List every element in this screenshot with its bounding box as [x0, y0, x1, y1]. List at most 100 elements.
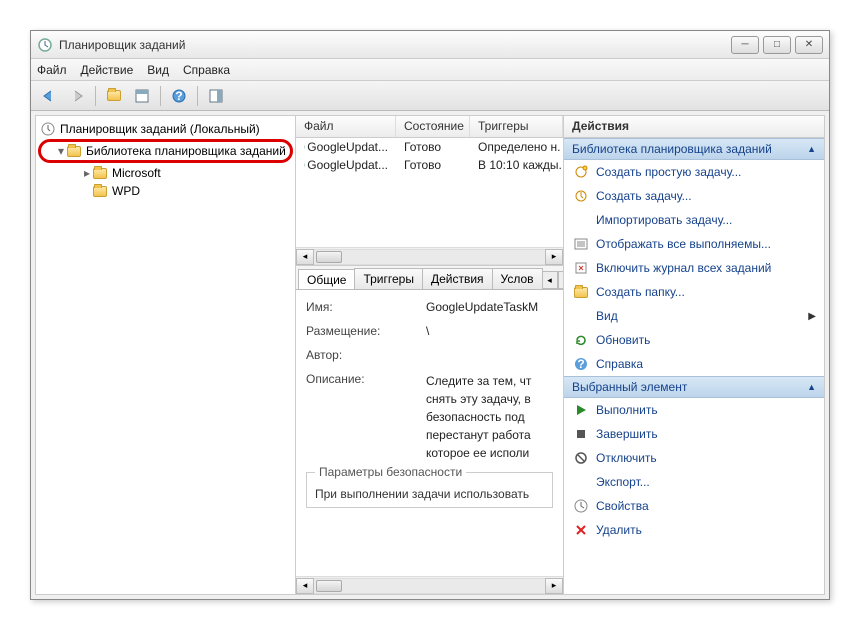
tree-item-microsoft[interactable]: ▸ Microsoft	[40, 164, 291, 182]
actions-group-selected[interactable]: Выбранный элемент ▲	[564, 376, 824, 398]
scroll-right-button[interactable]: ▸	[545, 578, 563, 594]
action-label: Завершить	[596, 427, 658, 441]
author-value	[426, 348, 553, 362]
action-delete[interactable]: Удалить	[564, 518, 824, 542]
detail-hscrollbar[interactable]: ◂ ▸	[296, 576, 563, 594]
actions-pane: Действия Библиотека планировщика заданий…	[564, 116, 824, 594]
name-label: Имя:	[306, 300, 426, 314]
action-label: Обновить	[596, 333, 650, 347]
location-value: \	[426, 324, 553, 338]
menu-file[interactable]: Файл	[37, 63, 67, 77]
tree-item-wpd[interactable]: WPD	[40, 182, 291, 200]
forward-button[interactable]	[65, 84, 89, 108]
actions-group-library[interactable]: Библиотека планировщика заданий ▲	[564, 138, 824, 160]
table-row[interactable]: GoogleUpdat... Готово В 10:10 кажды.	[296, 156, 563, 174]
action-end[interactable]: Завершить	[564, 422, 824, 446]
action-properties[interactable]: Свойства	[564, 494, 824, 518]
action-create-task[interactable]: Создать задачу...	[564, 184, 824, 208]
app-window: Планировщик заданий ─ □ ✕ Файл Действие …	[30, 30, 830, 600]
tab-triggers[interactable]: Триггеры	[354, 268, 423, 289]
clock-icon	[40, 122, 56, 136]
cell-file: GoogleUpdat...	[307, 158, 388, 172]
menu-view[interactable]: Вид	[147, 63, 169, 77]
action-enable-history[interactable]: Включить журнал всех заданий	[564, 256, 824, 280]
action-view[interactable]: Вид ▶	[564, 304, 824, 328]
maximize-button[interactable]: □	[763, 36, 791, 54]
tree-library[interactable]: ▾ Библиотека планировщика заданий	[40, 142, 291, 160]
action-import-task[interactable]: Импортировать задачу...	[564, 208, 824, 232]
scroll-track[interactable]	[314, 249, 545, 265]
help-icon: ?	[572, 356, 590, 372]
tree-root[interactable]: Планировщик заданий (Локальный)	[40, 120, 291, 138]
folder-icon	[92, 166, 108, 180]
expand-icon[interactable]: ▸	[82, 166, 92, 180]
security-line: При выполнении задачи использовать	[315, 487, 544, 501]
refresh-icon	[572, 332, 590, 348]
cell-triggers: В 10:10 кажды.	[470, 157, 563, 173]
scroll-track[interactable]	[314, 578, 545, 594]
tree-item-label: WPD	[112, 184, 140, 198]
history-icon	[572, 260, 590, 276]
table-row[interactable]: GoogleUpdat... Готово Определено н.	[296, 138, 563, 156]
menu-action[interactable]: Действие	[81, 63, 134, 77]
group-label: Библиотека планировщика заданий	[572, 142, 772, 156]
play-icon	[572, 402, 590, 418]
actions-header: Действия	[564, 116, 824, 138]
location-label: Размещение:	[306, 324, 426, 338]
action-label: Свойства	[596, 499, 649, 513]
tab-general[interactable]: Общие	[298, 269, 355, 290]
action-label: Создать папку...	[596, 285, 685, 299]
action-label: Вид	[596, 309, 618, 323]
scroll-left-button[interactable]: ◂	[296, 249, 314, 265]
titlebar: Планировщик заданий ─ □ ✕	[31, 31, 829, 59]
action-label: Удалить	[596, 523, 642, 537]
col-state[interactable]: Состояние	[396, 116, 470, 137]
help-button[interactable]: ?	[167, 84, 191, 108]
action-create-basic-task[interactable]: Создать простую задачу...	[564, 160, 824, 184]
action-help[interactable]: ? Справка	[564, 352, 824, 376]
task-icon	[572, 164, 590, 180]
close-button[interactable]: ✕	[795, 36, 823, 54]
action-run[interactable]: Выполнить	[564, 398, 824, 422]
tab-scroll-left[interactable]: ◂	[542, 271, 558, 289]
properties-button[interactable]	[130, 84, 154, 108]
menubar: Файл Действие Вид Справка	[31, 59, 829, 81]
action-pane-button[interactable]	[204, 84, 228, 108]
action-label: Создать простую задачу...	[596, 165, 741, 179]
import-icon	[572, 212, 590, 228]
cell-state: Готово	[396, 157, 470, 173]
minimize-button[interactable]: ─	[731, 36, 759, 54]
col-triggers[interactable]: Триггеры	[470, 116, 563, 137]
tab-content: Имя: GoogleUpdateTaskМ Размещение: \ Авт…	[296, 290, 563, 576]
action-show-running[interactable]: Отображать все выполняемы...	[564, 232, 824, 256]
action-new-folder[interactable]: Создать папку...	[564, 280, 824, 304]
tab-scroll-right[interactable]: ▸	[558, 271, 563, 289]
author-label: Автор:	[306, 348, 426, 362]
task-icon	[572, 188, 590, 204]
hscrollbar[interactable]: ◂ ▸	[296, 247, 563, 265]
tab-conditions[interactable]: Услов	[492, 268, 543, 289]
scroll-thumb[interactable]	[316, 251, 342, 263]
desc-value: Следите за тем, чт снять эту задачу, в б…	[426, 372, 553, 462]
separator	[160, 86, 161, 106]
group-label: Выбранный элемент	[572, 380, 687, 394]
submenu-icon: ▶	[808, 311, 816, 322]
expand-icon[interactable]: ▾	[56, 144, 66, 158]
action-refresh[interactable]: Обновить	[564, 328, 824, 352]
scroll-left-button[interactable]: ◂	[296, 578, 314, 594]
export-icon	[572, 474, 590, 490]
action-label: Импортировать задачу...	[596, 213, 732, 227]
separator	[197, 86, 198, 106]
action-export[interactable]: Экспорт...	[564, 470, 824, 494]
back-button[interactable]	[37, 84, 61, 108]
tree-item-label: Microsoft	[112, 166, 161, 180]
col-file[interactable]: Файл	[296, 116, 396, 137]
action-disable[interactable]: Отключить	[564, 446, 824, 470]
menu-help[interactable]: Справка	[183, 63, 230, 77]
scroll-thumb[interactable]	[316, 580, 342, 592]
action-label: Справка	[596, 357, 643, 371]
properties-icon	[572, 498, 590, 514]
tab-actions[interactable]: Действия	[422, 268, 493, 289]
up-folder-button[interactable]	[102, 84, 126, 108]
scroll-right-button[interactable]: ▸	[545, 249, 563, 265]
